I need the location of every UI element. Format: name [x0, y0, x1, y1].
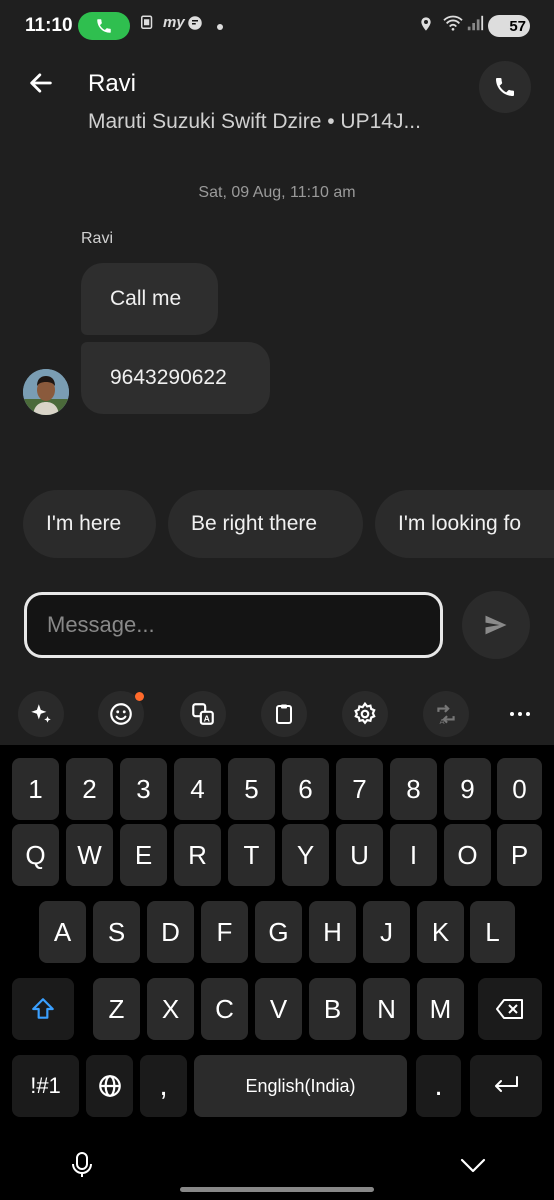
message-bubble[interactable]: 9643290622	[81, 342, 270, 414]
backspace-icon	[496, 999, 523, 1019]
message-date: Sat, 09 Aug, 11:10 am	[198, 184, 356, 201]
key-o[interactable]: O	[444, 824, 491, 886]
symbols-key[interactable]: !#1	[12, 1055, 79, 1117]
key-z[interactable]: Z	[93, 978, 140, 1040]
key-q[interactable]: Q	[12, 824, 59, 886]
notification-dot-icon	[217, 24, 223, 30]
key-x[interactable]: X	[147, 978, 194, 1040]
key-4[interactable]: 4	[174, 758, 221, 820]
key-6[interactable]: 6	[282, 758, 329, 820]
key-8[interactable]: 8	[390, 758, 437, 820]
key-h[interactable]: H	[309, 901, 356, 963]
message-bubble[interactable]: Call me	[81, 263, 218, 335]
more-icon[interactable]	[504, 700, 536, 728]
key-t[interactable]: T	[228, 824, 275, 886]
phone-icon	[97, 19, 111, 33]
key-1[interactable]: 1	[12, 758, 59, 820]
send-button[interactable]	[462, 591, 530, 659]
arrow-left-icon	[30, 73, 52, 93]
comma-key[interactable]: ,	[140, 1055, 187, 1117]
myntra-icon: my	[163, 14, 185, 31]
key-2[interactable]: 2	[66, 758, 113, 820]
key-j[interactable]: J	[363, 901, 410, 963]
key-s[interactable]: S	[93, 901, 140, 963]
signal-icon	[466, 14, 484, 37]
phone-icon	[496, 78, 514, 96]
key-i[interactable]: I	[390, 824, 437, 886]
key-v[interactable]: V	[255, 978, 302, 1040]
enter-key[interactable]	[470, 1055, 542, 1117]
chat-icon	[186, 14, 204, 37]
translate-icon[interactable]: A	[180, 691, 226, 737]
quick-reply-chip[interactable]: Be right there	[168, 490, 363, 558]
sparkle-icon[interactable]	[18, 691, 64, 737]
globe-icon	[98, 1075, 121, 1097]
key-g[interactable]: G	[255, 901, 302, 963]
key-a[interactable]: A	[39, 901, 86, 963]
contact-name: Ravi	[88, 70, 137, 97]
text-swap-icon[interactable]: A	[423, 691, 469, 737]
clipboard-icon[interactable]	[261, 691, 307, 737]
key-n[interactable]: N	[363, 978, 410, 1040]
shift-key[interactable]	[12, 978, 74, 1040]
location-icon	[418, 14, 434, 39]
battery-level: 57	[509, 17, 526, 35]
send-icon	[485, 615, 507, 635]
back-button[interactable]	[24, 66, 58, 100]
shift-icon	[32, 998, 54, 1019]
key-9[interactable]: 9	[444, 758, 491, 820]
key-e[interactable]: E	[120, 824, 167, 886]
key-7[interactable]: 7	[336, 758, 383, 820]
backspace-key[interactable]	[478, 978, 542, 1040]
key-l[interactable]: L	[470, 901, 515, 963]
active-call-indicator[interactable]	[78, 12, 130, 40]
wifi-icon	[442, 14, 464, 37]
key-0[interactable]: 0	[497, 758, 542, 820]
notification-dot	[135, 692, 144, 701]
key-r[interactable]: R	[174, 824, 221, 886]
key-w[interactable]: W	[66, 824, 113, 886]
key-5[interactable]: 5	[228, 758, 275, 820]
language-key[interactable]	[86, 1055, 133, 1117]
message-input-box[interactable]	[24, 592, 443, 658]
status-time: 11:10	[25, 15, 73, 36]
message-input[interactable]	[47, 612, 417, 638]
settings-icon[interactable]	[342, 691, 388, 737]
avatar[interactable]	[23, 369, 69, 415]
key-3[interactable]: 3	[120, 758, 167, 820]
key-m[interactable]: M	[417, 978, 464, 1040]
vehicle-info: Maruti Suzuki Swift Dzire • UP14J...	[88, 110, 421, 133]
microphone-icon[interactable]	[69, 1150, 95, 1180]
sender-name: Ravi	[81, 230, 114, 247]
hide-keyboard-chevron-down-icon[interactable]	[458, 1152, 488, 1178]
key-u[interactable]: U	[336, 824, 383, 886]
key-d[interactable]: D	[147, 901, 194, 963]
key-y[interactable]: Y	[282, 824, 329, 886]
battery-indicator: 57	[488, 15, 530, 37]
key-b[interactable]: B	[309, 978, 356, 1040]
space-key[interactable]: English(India)	[194, 1055, 407, 1117]
key-c[interactable]: C	[201, 978, 248, 1040]
call-button[interactable]	[479, 61, 531, 113]
copy-icon	[138, 14, 156, 37]
key-k[interactable]: K	[417, 901, 464, 963]
key-p[interactable]: P	[497, 824, 542, 886]
gesture-nav-bar[interactable]	[180, 1187, 374, 1192]
quick-reply-chip[interactable]: I'm here	[23, 490, 156, 558]
period-key[interactable]: .	[416, 1055, 461, 1117]
key-f[interactable]: F	[201, 901, 248, 963]
quick-reply-chip[interactable]: I'm looking fo	[375, 490, 554, 558]
enter-icon	[495, 1076, 518, 1092]
svg-text:A: A	[204, 714, 211, 724]
